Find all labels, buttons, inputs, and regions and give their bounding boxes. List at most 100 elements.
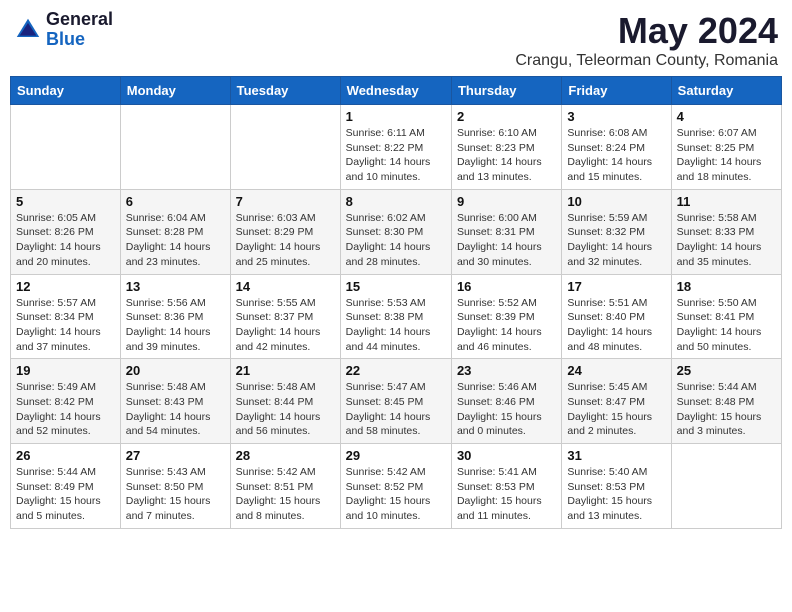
- day-info: Sunrise: 6:03 AMSunset: 8:29 PMDaylight:…: [236, 211, 335, 270]
- day-info: Sunrise: 6:00 AMSunset: 8:31 PMDaylight:…: [457, 211, 556, 270]
- day-number: 18: [677, 279, 776, 294]
- day-number: 25: [677, 363, 776, 378]
- month-title: May 2024: [515, 10, 778, 52]
- calendar-week-row: 1 Sunrise: 6:11 AMSunset: 8:22 PMDaylight…: [11, 105, 782, 190]
- calendar-day-cell: 17 Sunrise: 5:51 AMSunset: 8:40 PMDayligh…: [562, 274, 671, 359]
- day-number: 10: [567, 194, 665, 209]
- day-info: Sunrise: 6:04 AMSunset: 8:28 PMDaylight:…: [126, 211, 225, 270]
- day-number: 7: [236, 194, 335, 209]
- calendar-day-cell: 8Sunrise: 6:02 AMSunset: 8:30 PMDaylight…: [340, 189, 451, 274]
- weekday-header-saturday: Saturday: [671, 77, 781, 105]
- calendar-day-cell: [11, 105, 121, 190]
- calendar-day-cell: 13Sunrise: 5:56 AMSunset: 8:36 PMDayligh…: [120, 274, 230, 359]
- calendar-day-cell: 12Sunrise: 5:57 AMSunset: 8:34 PMDayligh…: [11, 274, 121, 359]
- day-number: 17: [567, 279, 665, 294]
- calendar-day-cell: [120, 105, 230, 190]
- day-number: 31: [567, 448, 665, 463]
- calendar-day-cell: 6 Sunrise: 6:04 AMSunset: 8:28 PMDaylight…: [120, 189, 230, 274]
- page-header: General Blue May 2024 Crangu, Teleorman …: [10, 10, 782, 70]
- weekday-header-monday: Monday: [120, 77, 230, 105]
- day-info: Sunrise: 5:44 AMSunset: 8:48 PMDaylight:…: [677, 380, 776, 439]
- day-info: Sunrise: 6:05 AMSunset: 8:26 PMDaylight:…: [16, 211, 115, 270]
- day-info: Sunrise: 5:59 AMSunset: 8:32 PMDaylight:…: [567, 211, 665, 270]
- calendar-week-row: 19 Sunrise: 5:49 AMSunset: 8:42 PMDayligh…: [11, 359, 782, 444]
- logo: General Blue: [14, 10, 113, 50]
- day-number: 6: [126, 194, 225, 209]
- day-number: 24: [567, 363, 665, 378]
- calendar-day-cell: 22 Sunrise: 5:47 AMSunset: 8:45 PMDayligh…: [340, 359, 451, 444]
- weekday-header-wednesday: Wednesday: [340, 77, 451, 105]
- day-info: Sunrise: 5:50 AMSunset: 8:41 PMDaylight:…: [677, 296, 776, 355]
- day-info: Sunrise: 5:45 AMSunset: 8:47 PMDaylight:…: [567, 380, 665, 439]
- calendar-day-cell: 4 Sunrise: 6:07 AMSunset: 8:25 PMDaylight…: [671, 105, 781, 190]
- calendar-day-cell: 15Sunrise: 5:53 AMSunset: 8:38 PMDayligh…: [340, 274, 451, 359]
- day-number: 29: [346, 448, 446, 463]
- day-number: 21: [236, 363, 335, 378]
- calendar-day-cell: 1 Sunrise: 6:11 AMSunset: 8:22 PMDaylight…: [340, 105, 451, 190]
- day-number: 22: [346, 363, 446, 378]
- calendar-day-cell: 23 Sunrise: 5:46 AMSunset: 8:46 PMDayligh…: [451, 359, 561, 444]
- calendar-day-cell: 27 Sunrise: 5:43 AMSunset: 8:50 PMDayligh…: [120, 444, 230, 529]
- day-info: Sunrise: 5:46 AMSunset: 8:46 PMDaylight:…: [457, 380, 556, 439]
- day-info: Sunrise: 5:55 AMSunset: 8:37 PMDaylight:…: [236, 296, 335, 355]
- calendar-day-cell: 14 Sunrise: 5:55 AMSunset: 8:37 PMDayligh…: [230, 274, 340, 359]
- calendar-day-cell: 20 Sunrise: 5:48 AMSunset: 8:43 PMDayligh…: [120, 359, 230, 444]
- calendar-day-cell: 2Sunrise: 6:10 AMSunset: 8:23 PMDaylight…: [451, 105, 561, 190]
- day-info: Sunrise: 5:49 AMSunset: 8:42 PMDaylight:…: [16, 380, 115, 439]
- weekday-header-tuesday: Tuesday: [230, 77, 340, 105]
- calendar-day-cell: 11Sunrise: 5:58 AMSunset: 8:33 PMDayligh…: [671, 189, 781, 274]
- calendar-day-cell: 7 Sunrise: 6:03 AMSunset: 8:29 PMDaylight…: [230, 189, 340, 274]
- calendar-day-cell: 18 Sunrise: 5:50 AMSunset: 8:41 PMDayligh…: [671, 274, 781, 359]
- day-number: 20: [126, 363, 225, 378]
- day-info: Sunrise: 5:57 AMSunset: 8:34 PMDaylight:…: [16, 296, 115, 355]
- day-info: Sunrise: 5:52 AMSunset: 8:39 PMDaylight:…: [457, 296, 556, 355]
- calendar-day-cell: 3Sunrise: 6:08 AMSunset: 8:24 PMDaylight…: [562, 105, 671, 190]
- logo-icon: [14, 16, 42, 44]
- day-info: Sunrise: 5:40 AMSunset: 8:53 PMDaylight:…: [567, 465, 665, 524]
- day-number: 15: [346, 279, 446, 294]
- calendar-day-cell: 31 Sunrise: 5:40 AMSunset: 8:53 PMDayligh…: [562, 444, 671, 529]
- day-number: 5: [16, 194, 115, 209]
- calendar-day-cell: [671, 444, 781, 529]
- weekday-header-thursday: Thursday: [451, 77, 561, 105]
- weekday-header-sunday: Sunday: [11, 77, 121, 105]
- day-info: Sunrise: 5:41 AMSunset: 8:53 PMDaylight:…: [457, 465, 556, 524]
- day-number: 3: [567, 109, 665, 124]
- calendar-day-cell: 28Sunrise: 5:42 AMSunset: 8:51 PMDayligh…: [230, 444, 340, 529]
- weekday-header-friday: Friday: [562, 77, 671, 105]
- day-info: Sunrise: 5:47 AMSunset: 8:45 PMDaylight:…: [346, 380, 446, 439]
- day-info: Sunrise: 5:42 AMSunset: 8:52 PMDaylight:…: [346, 465, 446, 524]
- day-number: 16: [457, 279, 556, 294]
- day-info: Sunrise: 5:48 AMSunset: 8:44 PMDaylight:…: [236, 380, 335, 439]
- calendar-day-cell: 29 Sunrise: 5:42 AMSunset: 8:52 PMDayligh…: [340, 444, 451, 529]
- day-info: Sunrise: 6:07 AMSunset: 8:25 PMDaylight:…: [677, 126, 776, 185]
- day-info: Sunrise: 5:48 AMSunset: 8:43 PMDaylight:…: [126, 380, 225, 439]
- day-number: 14: [236, 279, 335, 294]
- day-info: Sunrise: 5:51 AMSunset: 8:40 PMDaylight:…: [567, 296, 665, 355]
- logo-blue-text: Blue: [46, 29, 85, 49]
- day-number: 30: [457, 448, 556, 463]
- calendar-day-cell: 16 Sunrise: 5:52 AMSunset: 8:39 PMDayligh…: [451, 274, 561, 359]
- calendar-day-cell: 19 Sunrise: 5:49 AMSunset: 8:42 PMDayligh…: [11, 359, 121, 444]
- day-number: 28: [236, 448, 335, 463]
- calendar-day-cell: 21 Sunrise: 5:48 AMSunset: 8:44 PMDayligh…: [230, 359, 340, 444]
- day-number: 4: [677, 109, 776, 124]
- calendar-day-cell: 30 Sunrise: 5:41 AMSunset: 8:53 PMDayligh…: [451, 444, 561, 529]
- day-info: Sunrise: 5:43 AMSunset: 8:50 PMDaylight:…: [126, 465, 225, 524]
- day-number: 27: [126, 448, 225, 463]
- day-number: 1: [346, 109, 446, 124]
- day-number: 26: [16, 448, 115, 463]
- day-number: 9: [457, 194, 556, 209]
- day-number: 19: [16, 363, 115, 378]
- calendar-week-row: 26 Sunrise: 5:44 AMSunset: 8:49 PMDayligh…: [11, 444, 782, 529]
- calendar-day-cell: [230, 105, 340, 190]
- calendar-header-row: SundayMondayTuesdayWednesdayThursdayFrid…: [11, 77, 782, 105]
- day-number: 23: [457, 363, 556, 378]
- day-info: Sunrise: 5:44 AMSunset: 8:49 PMDaylight:…: [16, 465, 115, 524]
- calendar-day-cell: 10 Sunrise: 5:59 AMSunset: 8:32 PMDayligh…: [562, 189, 671, 274]
- calendar-day-cell: 26 Sunrise: 5:44 AMSunset: 8:49 PMDayligh…: [11, 444, 121, 529]
- day-number: 2: [457, 109, 556, 124]
- day-info: Sunrise: 6:11 AMSunset: 8:22 PMDaylight:…: [346, 126, 446, 185]
- calendar-week-row: 5 Sunrise: 6:05 AMSunset: 8:26 PMDaylight…: [11, 189, 782, 274]
- calendar-day-cell: 9 Sunrise: 6:00 AMSunset: 8:31 PMDaylight…: [451, 189, 561, 274]
